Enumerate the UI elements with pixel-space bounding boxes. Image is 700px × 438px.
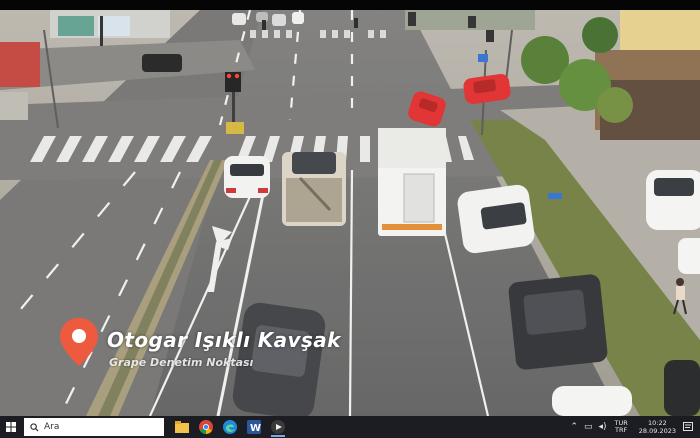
location-subtitle: Grape Denetim Noktası <box>109 356 254 369</box>
media-player-icon[interactable] <box>268 417 288 437</box>
edge-icon[interactable] <box>220 417 240 437</box>
taskbar: Ara W ⌃ ▭ ◂) TUR TRF 10:22 28.09.2023 <box>0 416 700 438</box>
network-icon[interactable]: ▭ <box>584 422 593 432</box>
taskbar-search[interactable]: Ara <box>24 418 164 436</box>
haze <box>0 10 700 416</box>
volume-icon[interactable]: ◂) <box>599 422 607 432</box>
language-indicator[interactable]: TUR TRF <box>615 420 628 434</box>
clock-date: 28.09.2023 <box>638 427 676 435</box>
clock-time: 10:22 <box>648 419 667 427</box>
keyboard-layout: TRF <box>615 426 628 434</box>
search-icon <box>30 422 39 432</box>
clock[interactable]: 10:22 28.09.2023 <box>639 419 676 435</box>
taskbar-apps: W <box>172 417 292 437</box>
location-pin-icon <box>60 318 98 366</box>
location-title: Otogar Işıklı Kavşak <box>107 328 341 352</box>
search-placeholder: Ara <box>44 422 60 432</box>
intersection-scene <box>0 10 700 416</box>
window-top-edge <box>0 0 700 10</box>
chrome-icon[interactable] <box>196 417 216 437</box>
windows-logo-icon <box>6 422 16 432</box>
video-frame: Otogar Işıklı Kavşak Grape Denetim Nokta… <box>0 10 700 416</box>
system-tray: ⌃ ▭ ◂) TUR TRF 10:22 28.09.2023 <box>567 416 700 438</box>
word-icon[interactable]: W <box>244 417 264 437</box>
svg-text:W: W <box>250 423 261 434</box>
notification-icon[interactable] <box>682 421 694 433</box>
start-button[interactable] <box>0 416 22 438</box>
file-explorer-icon[interactable] <box>172 417 192 437</box>
chevron-up-icon[interactable]: ⌃ <box>570 422 578 432</box>
